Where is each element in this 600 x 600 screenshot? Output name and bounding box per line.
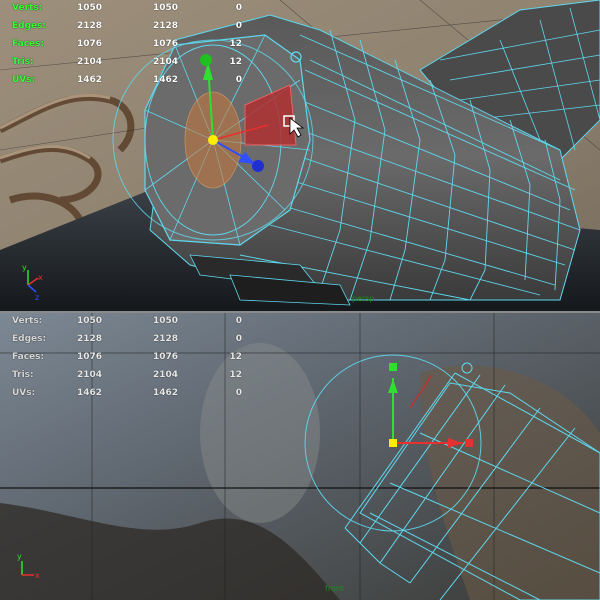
hud-label: UVs: xyxy=(12,75,36,85)
camera-label: persp xyxy=(352,294,375,303)
y-axis-cap[interactable] xyxy=(389,363,397,371)
hud-value-total: 1462 xyxy=(76,75,102,85)
hud-value-total: 2104 xyxy=(76,57,102,67)
hud-value-selected: 0 xyxy=(235,21,242,31)
hud-value-selected: 0 xyxy=(235,388,242,398)
hud-label: Faces: xyxy=(12,352,45,362)
hud-value-visible: 1076 xyxy=(152,39,178,49)
hud-value-selected: 0 xyxy=(235,3,242,13)
hud-value-visible: 1462 xyxy=(152,75,178,85)
z-axis-cap[interactable] xyxy=(252,160,264,172)
hud-value-total: 2128 xyxy=(76,334,102,344)
hud-value-selected: 0 xyxy=(235,316,242,326)
front-viewport[interactable]: y x Verts: 1050 1050 0 Edges: 2128 2128 0 Faces:… xyxy=(0,313,600,600)
svg-text:y: y xyxy=(17,552,22,561)
hud-label: Tris: xyxy=(12,370,34,380)
hud-value-total: 1050 xyxy=(76,316,102,326)
hud-value-selected: 0 xyxy=(235,75,242,85)
hud-value-visible: 2128 xyxy=(152,334,178,344)
hud-label: Verts: xyxy=(12,316,43,326)
svg-text:z: z xyxy=(35,293,39,302)
camera-label: front xyxy=(325,584,345,593)
hud-value-selected: 0 xyxy=(235,334,242,344)
pivot-point[interactable] xyxy=(389,439,397,447)
hud-label: Tris: xyxy=(12,57,34,67)
hud-value-visible: 1050 xyxy=(152,3,178,13)
hud-value-total: 1050 xyxy=(76,3,102,13)
hud-label: Edges: xyxy=(12,334,47,344)
hud-value-total: 1076 xyxy=(76,352,102,362)
hud-label: Verts: xyxy=(12,3,43,13)
hud-value-total: 1076 xyxy=(76,39,102,49)
svg-text:x: x xyxy=(35,571,40,580)
hud-value-total: 2104 xyxy=(76,370,102,380)
hud-value-selected: 12 xyxy=(229,39,242,49)
hud-value-visible: 1462 xyxy=(152,388,178,398)
svg-text:x: x xyxy=(38,273,43,282)
hud-value-visible: 2104 xyxy=(152,370,178,380)
perspective-viewport[interactable]: y x z Verts: 1050 1050 0 Edges: 2128 2128 0 Face… xyxy=(0,0,600,311)
hud-value-visible: 2128 xyxy=(152,21,178,31)
hud-value-selected: 12 xyxy=(229,57,242,67)
hud-value-visible: 1076 xyxy=(152,352,178,362)
hud-value-visible: 2104 xyxy=(152,57,178,67)
x-axis-cap[interactable] xyxy=(465,439,473,447)
hud-label: Faces: xyxy=(12,39,45,49)
hud-label: Edges: xyxy=(12,21,47,31)
hud-value-total: 1462 xyxy=(76,388,102,398)
hud-value-total: 2128 xyxy=(76,21,102,31)
hud-value-selected: 12 xyxy=(229,370,242,380)
hud-value-selected: 12 xyxy=(229,352,242,362)
hud-label: UVs: xyxy=(12,388,36,398)
svg-text:y: y xyxy=(22,263,27,272)
pivot-point[interactable] xyxy=(208,135,218,145)
hud-value-visible: 1050 xyxy=(152,316,178,326)
